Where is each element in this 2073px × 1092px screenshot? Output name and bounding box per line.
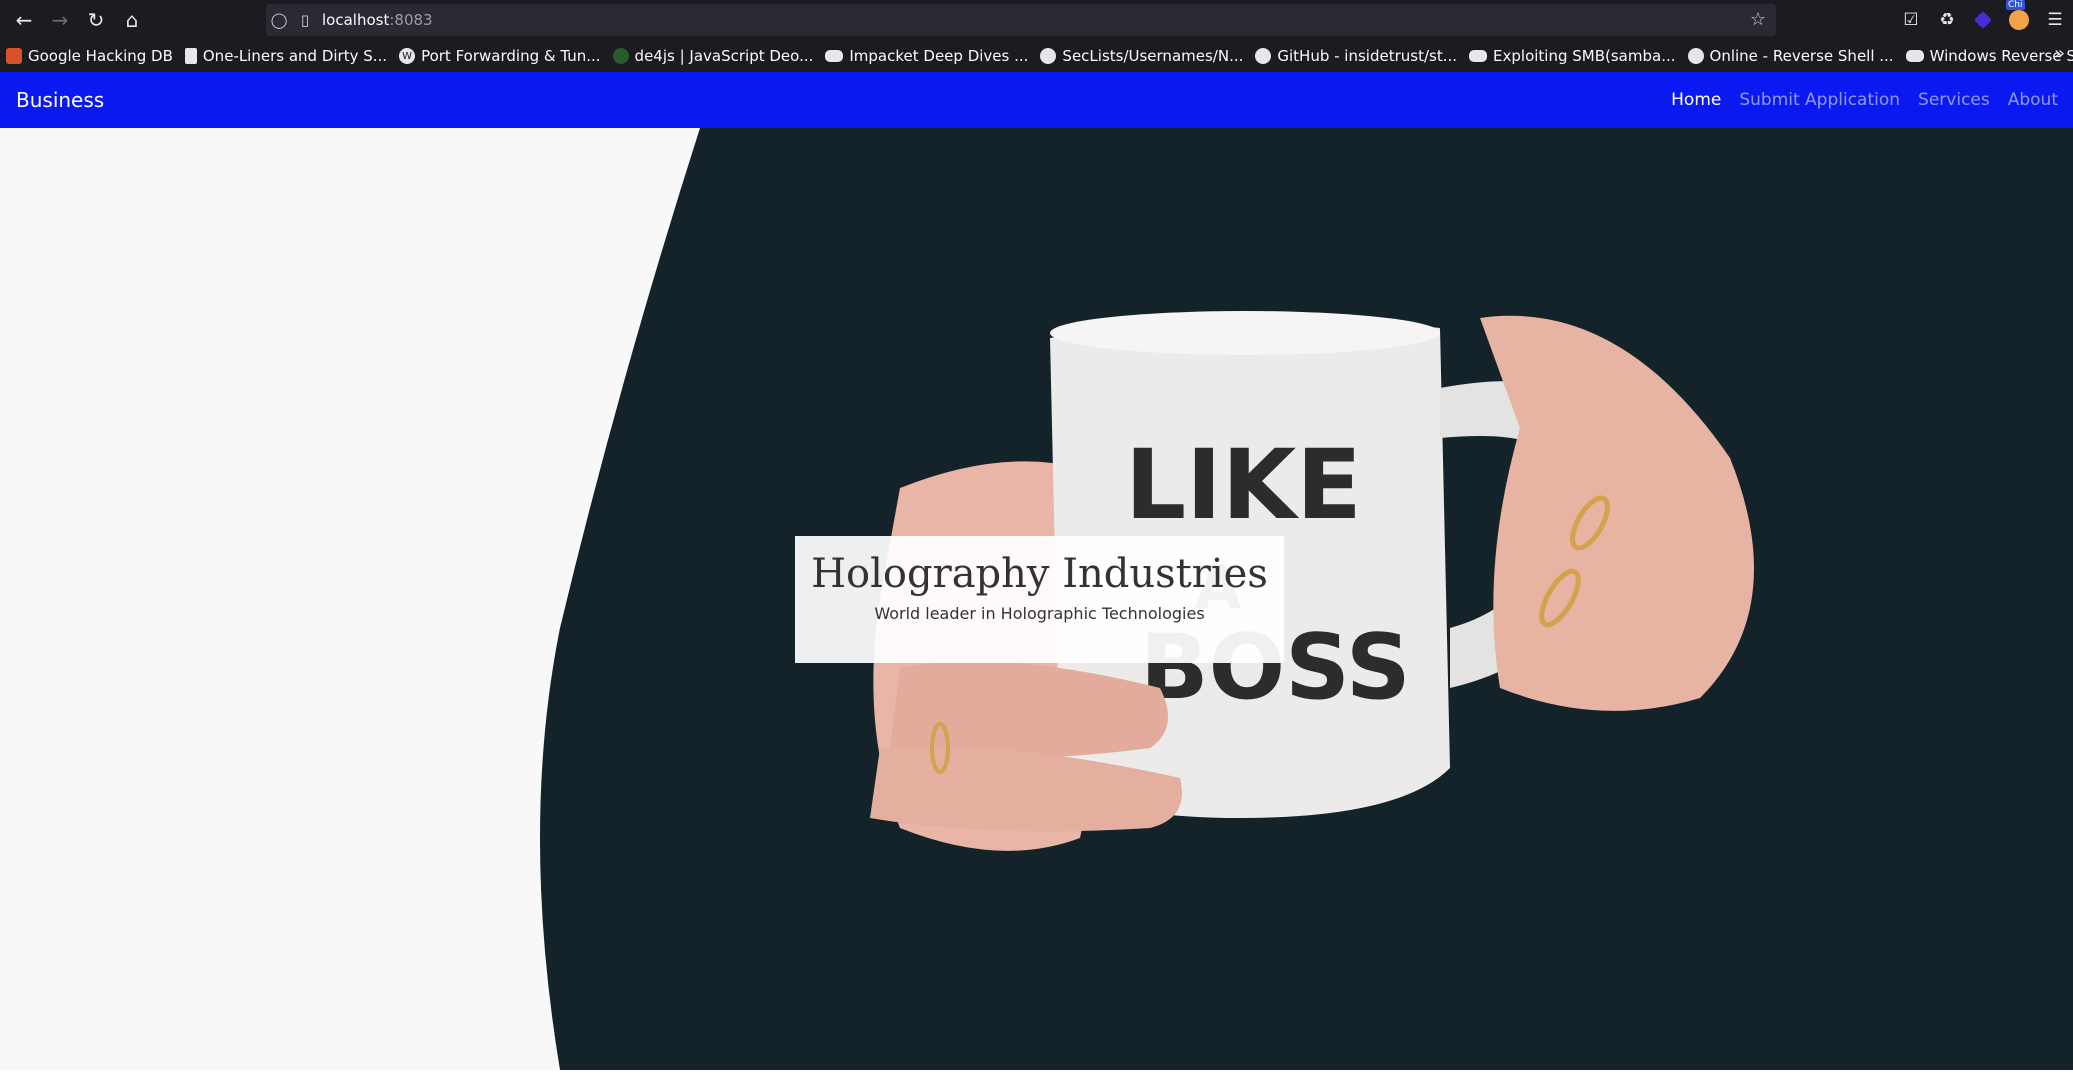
bookmark-port-forwarding[interactable]: W Port Forwarding & Tun... <box>393 42 606 70</box>
bookmark-exploiting-smb[interactable]: Exploiting SMB(samba... <box>1463 42 1681 70</box>
hero-title: Holography Industries <box>811 551 1268 597</box>
forward-icon[interactable]: → <box>42 2 78 38</box>
extension-badge: Chi <box>2006 0 2025 10</box>
extensions-icon[interactable]: ♻ <box>1929 2 1965 38</box>
bookmarks-bar: Google Hacking DB One-Liners and Dirty S… <box>0 40 2073 72</box>
nav-about[interactable]: About <box>1999 90 2067 110</box>
medium-icon <box>825 50 844 62</box>
extension-avatar-icon[interactable]: Chi <box>2001 0 2037 38</box>
bookmark-seclists[interactable]: SecLists/Usernames/N... <box>1034 42 1249 70</box>
ublock-icon[interactable] <box>1965 2 2001 38</box>
bookmark-github-insidetrust[interactable]: GitHub - insidetrust/st... <box>1249 42 1463 70</box>
site-navbar: Business Home Submit Application Service… <box>0 72 2073 128</box>
bookmark-one-liners[interactable]: One-Liners and Dirty S... <box>179 42 393 70</box>
brand-link[interactable]: Business <box>16 88 104 112</box>
document-icon <box>184 48 197 64</box>
ghdb-icon <box>6 48 22 64</box>
nav-services[interactable]: Services <box>1909 90 1999 110</box>
nav-home[interactable]: Home <box>1662 90 1730 110</box>
bookmark-de4js[interactable]: de4js | JavaScript Deo... <box>607 42 820 70</box>
nav-submit-application[interactable]: Submit Application <box>1730 90 1909 110</box>
medium-icon <box>1905 50 1924 62</box>
medium-icon <box>1469 50 1488 62</box>
toolbar-right: ☑ ♻ Chi ☰ <box>1893 0 2073 40</box>
tracking-shield-icon[interactable]: ◯ <box>266 11 292 29</box>
hero-image: LIKE A BOSS Holography Industries World … <box>0 128 2073 1070</box>
url-host: localhost <box>322 11 390 29</box>
bookmark-impacket[interactable]: Impacket Deep Dives ... <box>819 42 1034 70</box>
bookmark-google-hacking-db[interactable]: Google Hacking DB <box>0 42 179 70</box>
nav-links: Home Submit Application Services About <box>1662 72 2067 128</box>
browser-toolbar: ← → ↻ ⌂ ◯ ▯ localhost:8083 ☆ ☑ ♻ Chi ☰ <box>0 0 2073 40</box>
wordpress-icon: W <box>399 48 416 64</box>
bookmark-windows-reverse-shell[interactable]: Windows Reverse Shel... <box>1900 42 2073 70</box>
url-bar[interactable]: ◯ ▯ localhost:8083 ☆ <box>266 4 1776 36</box>
home-icon[interactable]: ⌂ <box>114 2 150 38</box>
back-icon[interactable]: ← <box>6 2 42 38</box>
reload-icon[interactable]: ↻ <box>78 2 114 38</box>
de4js-icon <box>612 48 629 64</box>
page-bottom-strip <box>0 1070 2073 1092</box>
bookmark-reverse-shell[interactable]: Online - Reverse Shell ... <box>1682 42 1900 70</box>
chevron-more-icon[interactable]: » <box>2054 43 2065 64</box>
github-icon <box>1040 48 1057 64</box>
menu-icon[interactable]: ☰ <box>2037 2 2073 38</box>
page-info-icon[interactable]: ▯ <box>292 11 318 29</box>
hero-caption: Holography Industries World leader in Ho… <box>795 536 1284 663</box>
url-port: :8083 <box>389 11 433 29</box>
pocket-icon[interactable]: ☑ <box>1893 2 1929 38</box>
bookmark-star-icon[interactable]: ☆ <box>1750 9 1766 30</box>
skull-icon <box>1687 48 1704 64</box>
nav-buttons: ← → ↻ ⌂ <box>6 2 150 38</box>
mug-text-like: LIKE <box>1125 429 1362 541</box>
github-icon <box>1255 48 1272 64</box>
hero-subtitle: World leader in Holographic Technologies <box>874 604 1205 623</box>
